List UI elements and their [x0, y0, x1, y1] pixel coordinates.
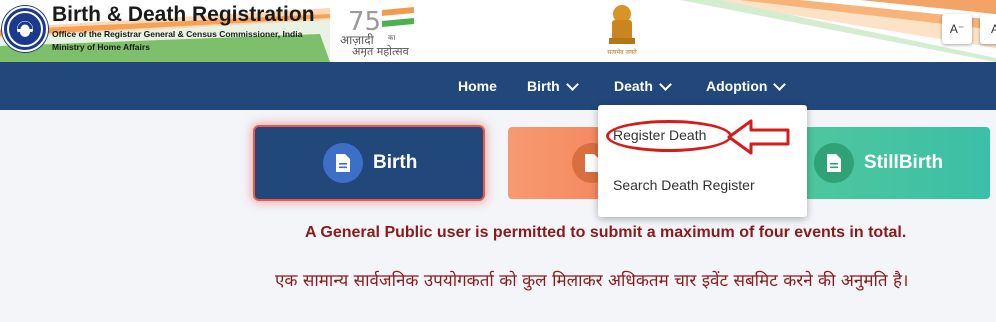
red-arrow-annotation — [727, 119, 790, 155]
site-title: Birth & Death Registration — [52, 3, 315, 26]
nav-birth-label: Birth — [527, 78, 560, 94]
birth-card[interactable]: Birth — [255, 127, 483, 199]
azadi-ka-amrit-mahotsav-logo: 75 आज़ादी का अमृत महोत्सव — [340, 7, 414, 57]
site-subtitle-office: Office of the Registrar General & Census… — [52, 29, 303, 39]
nav-adoption-label: Adoption — [706, 78, 768, 94]
site-header: Birth & Death Registration Office of the… — [0, 0, 996, 62]
font-normal-button[interactable]: A — [980, 14, 996, 44]
notice-hindi: एक सामान्य सार्वजनिक उपयोगकर्ता को कुल म… — [275, 271, 909, 291]
notice-english: A General Public user is permitted to su… — [305, 224, 907, 241]
svg-text:अमृत महोत्सव: अमृत महोत्सव — [352, 45, 410, 57]
stillbirth-card-label: StillBirth — [864, 152, 944, 173]
document-icon — [814, 143, 854, 183]
menu-item-search-death-register[interactable]: Search Death Register — [613, 177, 755, 193]
nav-adoption[interactable]: Adoption — [706, 77, 787, 94]
document-icon — [323, 143, 363, 183]
site-subtitle-ministry: Ministry of Home Affairs — [52, 42, 150, 52]
national-emblem: सत्यमेव जयते — [607, 5, 637, 56]
registrar-general-logo — [2, 6, 48, 52]
nav-home[interactable]: Home — [458, 78, 497, 94]
nav-birth[interactable]: Birth — [527, 77, 579, 94]
highlight-oval-annotation — [606, 120, 732, 152]
font-decrease-button[interactable]: A⁻ — [942, 14, 972, 44]
main-navbar: Home Birth Death Adoption — [0, 62, 996, 110]
chevron-down-icon — [659, 77, 672, 91]
chevron-down-icon — [773, 77, 787, 91]
birth-card-label: Birth — [373, 152, 418, 173]
nav-death-label: Death — [614, 78, 653, 94]
nav-home-label: Home — [458, 78, 497, 94]
svg-text:सत्यमेव जयते: सत्यमेव जयते — [607, 48, 637, 56]
svg-text:का: का — [388, 34, 395, 42]
chevron-down-icon — [565, 77, 579, 91]
nav-death[interactable]: Death — [614, 77, 672, 94]
